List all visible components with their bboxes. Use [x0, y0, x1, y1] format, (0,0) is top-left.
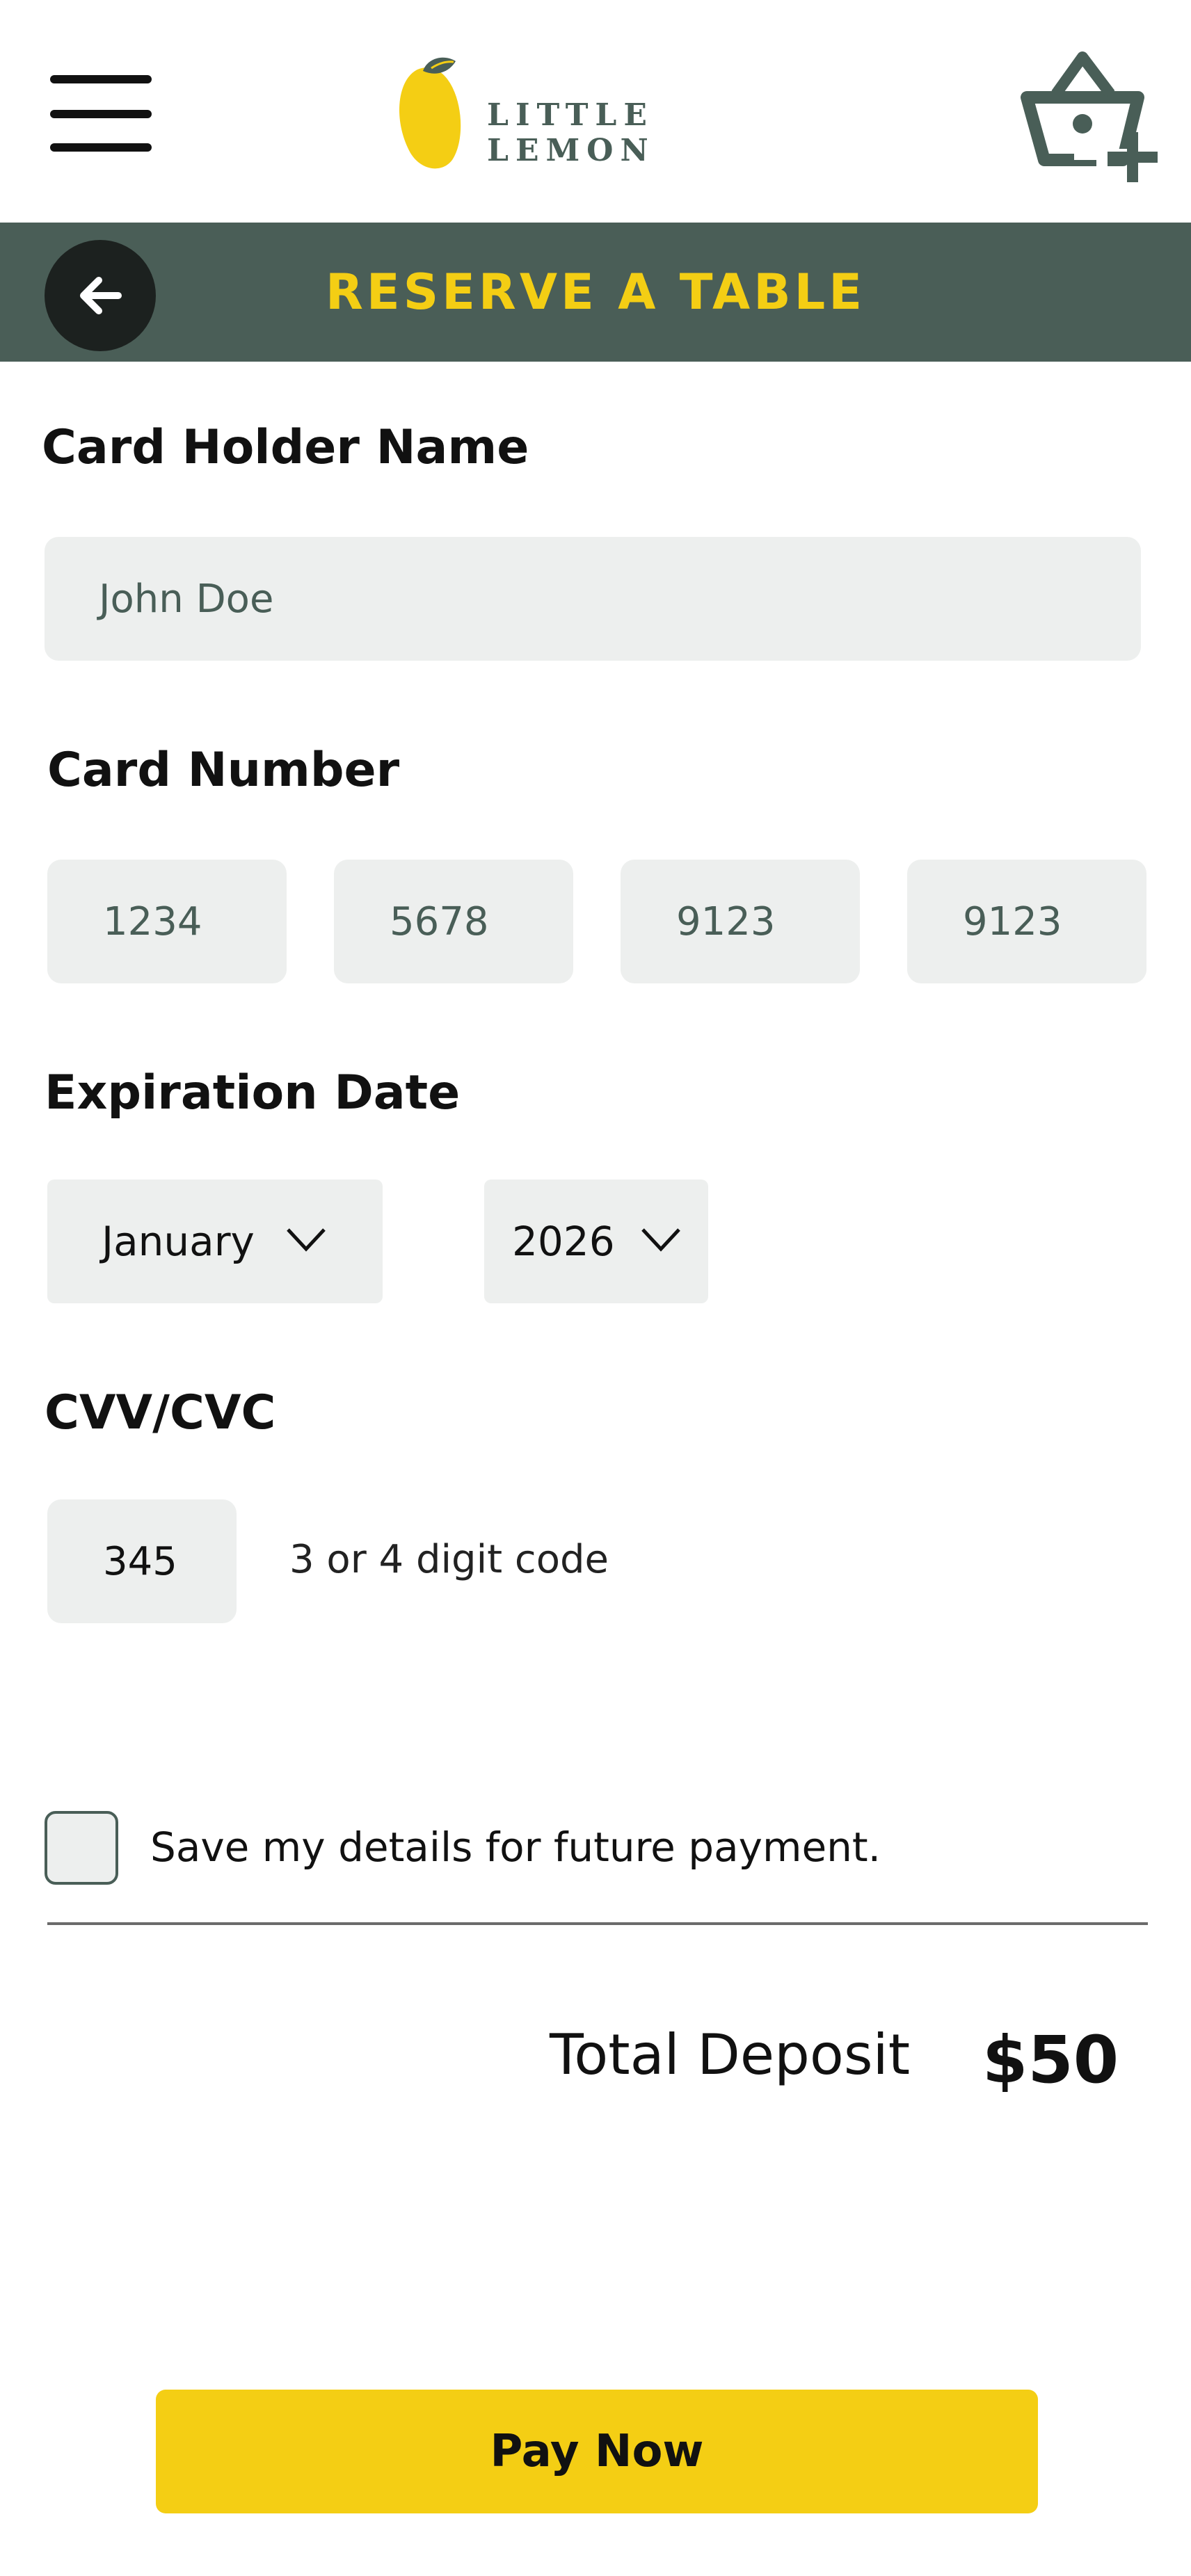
- expiration-month-value: January: [102, 1218, 255, 1265]
- pay-now-button[interactable]: Pay Now: [156, 2390, 1038, 2513]
- payment-page: LITTLE LEMON RESERVE A TABLE Card Holder…: [0, 0, 1191, 2576]
- cvv-value: 345: [103, 1538, 177, 1584]
- logo-text: LITTLE LEMON: [487, 97, 655, 168]
- chevron-down-icon: [641, 1228, 680, 1252]
- cvv-label: CVV/CVC: [45, 1385, 276, 1440]
- card-holder-value: John Doe: [99, 576, 274, 622]
- card-number-group-4[interactable]: 9123: [907, 860, 1146, 983]
- arrow-left-icon: [80, 277, 122, 314]
- expiration-month-select[interactable]: January: [47, 1180, 383, 1303]
- card-number-group-1-value: 1234: [103, 899, 202, 944]
- expiration-year-select[interactable]: 2026: [484, 1180, 708, 1303]
- expiration-date-label: Expiration Date: [45, 1065, 461, 1120]
- divider: [47, 1922, 1148, 1925]
- title-bar: RESERVE A TABLE: [0, 223, 1191, 362]
- brand-logo[interactable]: LITTLE LEMON: [390, 56, 835, 181]
- basket-add-icon[interactable]: [1013, 49, 1159, 188]
- card-holder-label: Card Holder Name: [42, 420, 529, 475]
- cvv-input[interactable]: 345: [47, 1499, 237, 1623]
- card-number-group-3[interactable]: 9123: [621, 860, 860, 983]
- card-number-group-1[interactable]: 1234: [47, 860, 287, 983]
- card-number-group-3-value: 9123: [676, 899, 776, 944]
- hamburger-menu-icon[interactable]: [50, 75, 152, 152]
- expiration-year-value: 2026: [512, 1218, 615, 1265]
- card-number-group-4-value: 9123: [963, 899, 1062, 944]
- total-deposit-label: Total Deposit: [550, 2022, 911, 2087]
- card-number-group-2[interactable]: 5678: [334, 860, 573, 983]
- save-details-checkbox[interactable]: [45, 1811, 118, 1885]
- card-holder-input[interactable]: John Doe: [45, 537, 1141, 661]
- cvv-hint: 3 or 4 digit code: [289, 1537, 609, 1582]
- save-details-label: Save my details for future payment.: [150, 1824, 881, 1871]
- app-header: LITTLE LEMON: [0, 0, 1191, 223]
- card-number-group-2-value: 5678: [390, 899, 489, 944]
- back-button[interactable]: [45, 240, 156, 351]
- page-title: RESERVE A TABLE: [325, 264, 866, 321]
- chevron-down-icon: [287, 1228, 326, 1252]
- card-number-label: Card Number: [47, 743, 400, 798]
- total-deposit-amount: $50: [982, 2022, 1119, 2098]
- lemon-icon: [399, 57, 461, 169]
